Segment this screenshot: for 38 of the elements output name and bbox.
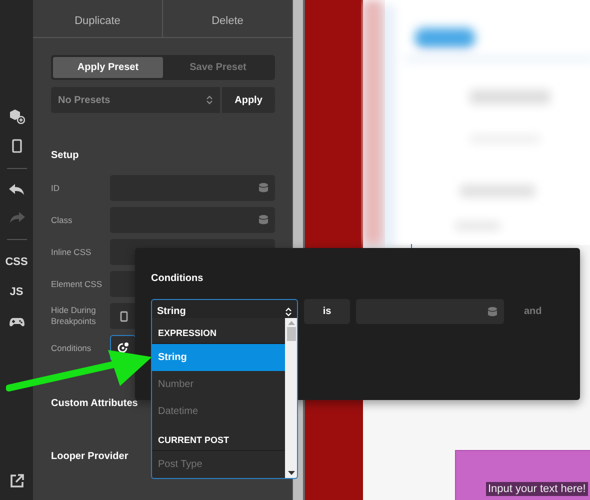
scroll-thumb[interactable] — [286, 327, 296, 341]
text-block-label[interactable]: Input your text here! — [486, 482, 588, 496]
scrollbar[interactable] — [285, 318, 297, 478]
database-icon — [259, 183, 268, 193]
sidebar-tab[interactable]: CSS — [5, 256, 28, 268]
section-heading: Setup — [51, 150, 80, 161]
joiner-label: and — [524, 306, 542, 317]
database-icon — [259, 215, 268, 225]
external-link-icon[interactable] — [10, 474, 24, 488]
dropdown-option[interactable]: Number — [152, 371, 285, 398]
scroll-down-icon[interactable] — [288, 471, 294, 475]
input-field[interactable] — [110, 175, 275, 201]
preset-tab[interactable]: Save Preset — [163, 57, 273, 78]
preset-select[interactable]: No Presets — [51, 87, 220, 113]
tablet-icon — [120, 310, 128, 322]
sidebar-tab[interactable]: JS — [10, 286, 24, 298]
field-label: Inline CSS — [51, 246, 92, 258]
undo-icon[interactable] — [8, 183, 24, 197]
dropdown-option[interactable]: Post Type — [152, 451, 285, 478]
condition-icon — [117, 342, 129, 354]
field-label: Element CSS — [51, 278, 104, 290]
value-field[interactable] — [356, 299, 504, 324]
dropdown-option[interactable]: String — [152, 344, 285, 371]
popup-title: Conditions — [151, 273, 204, 284]
apply-button[interactable]: Apply — [222, 87, 275, 113]
field-label: ID — [51, 182, 60, 194]
field-label: Hide During Breakpoints — [51, 305, 97, 327]
operator-button[interactable]: is — [304, 299, 350, 324]
dropdown-option[interactable]: Datetime — [152, 398, 285, 425]
action-button[interactable]: Duplicate — [33, 0, 162, 37]
input-field[interactable] — [110, 207, 275, 233]
field-label: Class — [51, 214, 74, 226]
chevron-updown-icon — [206, 95, 213, 105]
cube-plus-icon[interactable] — [8, 108, 24, 124]
database-icon — [488, 306, 497, 316]
field-label: Conditions — [51, 342, 92, 354]
preset-tab[interactable]: Apply Preset — [53, 57, 163, 78]
chevron-updown-icon — [285, 306, 292, 316]
